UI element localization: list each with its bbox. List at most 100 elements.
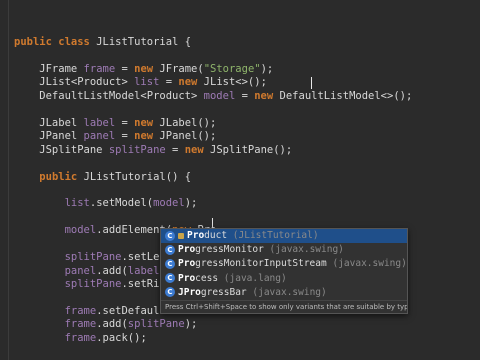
code-token: new: [134, 130, 160, 143]
code-line[interactable]: list.setModel(model);: [14, 196, 198, 210]
code-token: =: [115, 62, 135, 75]
code-line[interactable]: JList<Product> list = new JList<>();: [14, 75, 267, 89]
code-token: );: [260, 62, 274, 75]
completion-item[interactable]: C ProgressMonitor (javax.swing): [161, 243, 407, 257]
code-token: frame: [64, 331, 97, 344]
code-token: "Storage": [203, 62, 261, 75]
completion-package: (JListTutorial): [232, 230, 319, 241]
code-token: JSplitPane();: [210, 143, 293, 156]
code-token: model: [153, 197, 185, 210]
completion-item[interactable]: C Product (JListTutorial): [161, 229, 407, 244]
code-token: .pack();: [96, 331, 147, 344]
completion-item[interactable]: C JProgressBar (javax.swing): [161, 286, 407, 300]
code-token: panel: [64, 264, 97, 277]
completion-footer: Press Ctrl+Shift+Space to show only vari…: [161, 299, 408, 313]
class-icon: C: [165, 287, 175, 298]
code-line[interactable]: JSplitPane splitPane = new JSplitPane();: [14, 143, 292, 157]
class-icon: C: [165, 258, 175, 269]
code-line[interactable]: frame.add(splitPane);: [14, 317, 198, 331]
mouse-ibeam-cursor: [311, 77, 312, 89]
code-token: JLabel();: [159, 116, 217, 129]
code-line[interactable]: JLabel label = new JLabel();: [14, 116, 216, 130]
code-token: label: [127, 264, 160, 277]
completion-package: (javax.swing): [269, 244, 344, 256]
code-token: splitPane: [127, 318, 185, 331]
code-token: list: [134, 76, 160, 89]
code-token: JListTutorial() {: [83, 170, 192, 183]
code-token: );: [184, 197, 198, 210]
code-token: JLabel: [14, 116, 84, 129]
code-token: DefaultListModel<>();: [279, 89, 413, 102]
code-token: model: [203, 89, 236, 102]
code-line[interactable]: frame.pack();: [14, 331, 147, 345]
code-token: );: [184, 318, 198, 331]
code-token: new: [178, 76, 204, 89]
code-token: JListTutorial {: [96, 36, 192, 48]
code-token: =: [165, 143, 185, 156]
completion-match-text: Pro: [187, 230, 205, 241]
code-token: =: [235, 89, 255, 102]
code-line[interactable]: JPanel panel = new JPanel();: [14, 129, 216, 143]
code-token: public: [39, 170, 84, 183]
class-icon: C: [165, 273, 175, 284]
class-icon: C: [165, 244, 175, 255]
code-token: DefaultListModel<Product>: [14, 89, 204, 102]
code-token: .setModel(: [89, 197, 154, 210]
lock-icon: [178, 232, 184, 239]
code-editor[interactable]: public class JListTutorial { JFrame fram…: [0, 0, 480, 360]
code-token: new: [254, 89, 280, 102]
code-line[interactable]: panel.add(label);: [14, 264, 172, 278]
code-token: frame: [64, 318, 97, 331]
completion-match-text: Pro: [178, 272, 196, 284]
code-line[interactable]: frame.setDefaultC: [14, 304, 172, 318]
completion-rest-text: gressBar: [200, 286, 247, 298]
code-completion-popup[interactable]: C Product (JListTutorial) C ProgressMonitor…: [160, 228, 408, 314]
code-token: model: [64, 224, 97, 237]
completion-package: (javax.swing): [252, 286, 327, 298]
code-token: =: [159, 76, 179, 89]
completion-match-text: JPro: [178, 286, 201, 298]
class-icon: C: [165, 230, 175, 241]
code-token: =: [115, 130, 135, 143]
code-line[interactable]: DefaultListModel<Product> model = new De…: [14, 89, 412, 103]
completion-package: (java.lang): [223, 272, 287, 284]
completion-item[interactable]: C Process (java.lang): [161, 272, 407, 286]
completion-match-text: Pro: [178, 258, 196, 270]
code-line[interactable]: splitPane.setRigh: [14, 277, 172, 291]
code-token: panel: [83, 130, 116, 143]
code-line[interactable]: JFrame frame = new JFrame("Storage");: [14, 62, 273, 76]
code-token: =: [115, 116, 135, 129]
code-token: splitPane: [108, 143, 166, 156]
code-token: public class: [14, 36, 97, 48]
code-token: .add(: [96, 264, 128, 277]
completion-hint: Press Ctrl+Shift+Space to show only vari…: [165, 302, 408, 311]
completion-package: (javax.swing): [332, 258, 407, 270]
code-token: splitPane: [64, 278, 122, 291]
code-token: JSplitPane: [14, 143, 109, 156]
code-token: new: [134, 116, 160, 129]
code-token: JFrame(: [159, 62, 204, 75]
code-token: JPanel();: [159, 130, 217, 143]
code-line[interactable]: public JListTutorial() {: [14, 170, 191, 184]
code-line[interactable]: public class JListTutorial {: [14, 35, 191, 49]
completion-rest-text: cess: [195, 272, 219, 284]
code-token: new: [134, 62, 160, 75]
code-token: list: [64, 197, 90, 210]
code-token: frame: [64, 305, 97, 317]
code-line[interactable]: splitPane.setLeft: [14, 250, 172, 264]
code-token: JList<>();: [203, 76, 267, 89]
completion-rest-text: gressMonitorInputStream: [195, 258, 327, 270]
code-token: .add(: [96, 318, 128, 331]
code-token: new: [184, 143, 210, 156]
code-token: frame: [83, 62, 116, 75]
code-token: JPanel: [14, 130, 84, 143]
completion-item[interactable]: C ProgressMonitorInputStream (javax.swing…: [161, 257, 407, 271]
